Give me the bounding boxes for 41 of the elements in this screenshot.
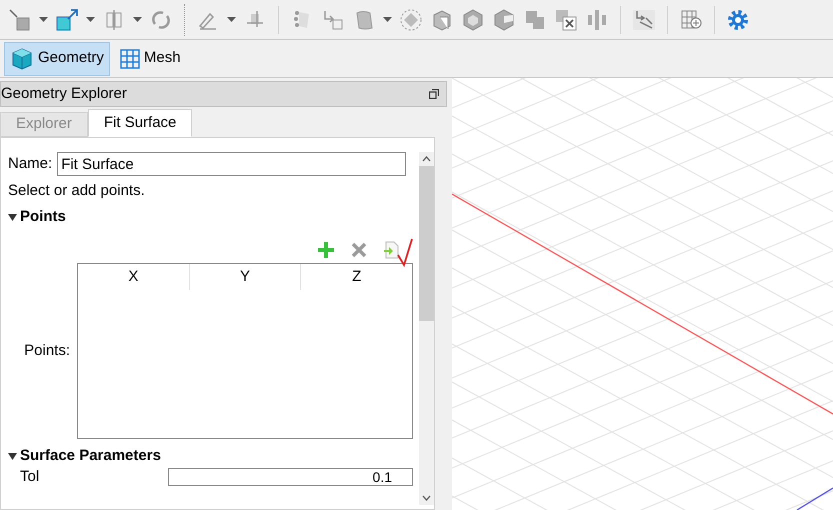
connect-arrows-icon[interactable] <box>632 8 656 32</box>
caret-icon[interactable] <box>133 16 142 22</box>
panel-title: Geometry Explorer <box>1 84 127 104</box>
box-arrow-in-icon[interactable] <box>8 8 32 32</box>
column-header[interactable]: Z <box>301 264 412 290</box>
subtract-squares-icon[interactable] <box>554 8 578 32</box>
hint-text: Select or add points. <box>8 181 146 201</box>
points-label: Points: <box>23 340 71 361</box>
delete-icon[interactable] <box>351 242 367 258</box>
caret-icon[interactable] <box>39 16 48 22</box>
panel-tab[interactable]: Fit Surface <box>88 109 192 137</box>
name-field[interactable]: Fit Surface <box>57 152 406 176</box>
settings-icon[interactable] <box>726 8 750 32</box>
caret-icon[interactable] <box>383 16 392 22</box>
hand-drawn-check-mark <box>397 237 413 267</box>
mesh-grid-icon <box>120 48 140 68</box>
tol-spinbox[interactable]: 0.1 <box>168 468 413 486</box>
caret-icon[interactable] <box>86 16 95 22</box>
section-title[interactable]: Points <box>20 206 66 228</box>
collapse-triangle-icon[interactable] <box>8 212 17 222</box>
add-icon[interactable] <box>317 241 335 259</box>
scroll-thumb[interactable] <box>419 166 434 321</box>
column-header[interactable]: X <box>78 264 190 290</box>
restore-window-icon[interactable] <box>429 89 439 99</box>
column-header[interactable]: Y <box>190 264 302 290</box>
name-label: Name: <box>8 154 52 174</box>
section-title[interactable]: Surface Parameters <box>20 444 161 468</box>
mode-tab[interactable]: Mesh <box>114 42 187 76</box>
scrollbar[interactable] <box>419 152 434 505</box>
points-table[interactable]: X Y Z <box>77 263 413 439</box>
split-bars-icon[interactable] <box>585 8 609 32</box>
grid-add-icon[interactable] <box>679 8 703 32</box>
collapse-triangle-icon[interactable] <box>8 452 17 460</box>
mode-tab[interactable]: Geometry <box>4 42 110 76</box>
tol-label: Tol <box>19 469 40 485</box>
cube-icon <box>10 46 34 70</box>
import-file-icon[interactable] <box>383 241 399 259</box>
cube-cut-icon[interactable] <box>492 8 516 32</box>
caret-icon[interactable] <box>227 16 236 22</box>
cube-hollow-icon[interactable] <box>461 8 485 32</box>
box-arrow-out-icon[interactable] <box>55 8 79 32</box>
